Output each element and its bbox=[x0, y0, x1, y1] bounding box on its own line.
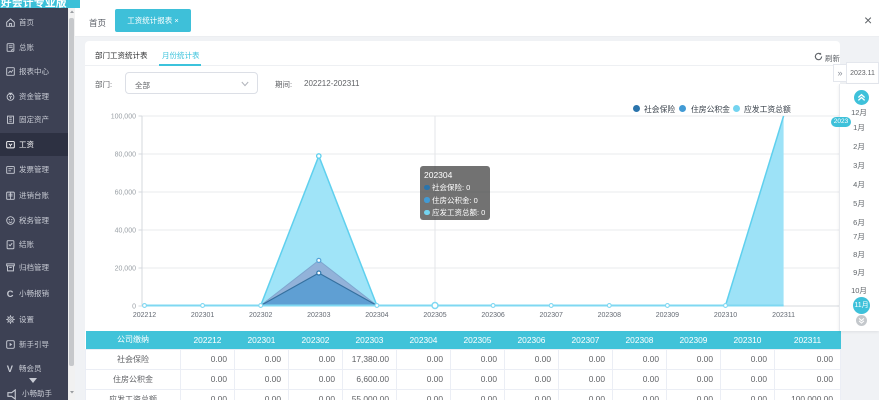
svg-text:60,000: 60,000 bbox=[115, 190, 137, 197]
svg-text:202310: 202310 bbox=[714, 312, 737, 319]
svg-text:202311: 202311 bbox=[772, 312, 795, 319]
svg-text:40,000: 40,000 bbox=[115, 228, 137, 235]
svg-text:202302: 202302 bbox=[249, 312, 272, 319]
svg-text:202304: 202304 bbox=[365, 312, 388, 319]
svg-text:202303: 202303 bbox=[307, 312, 330, 319]
svg-text:V: V bbox=[6, 363, 13, 373]
svg-text:202309: 202309 bbox=[656, 312, 679, 319]
svg-text:202306: 202306 bbox=[481, 312, 504, 319]
svg-text:202308: 202308 bbox=[598, 312, 621, 319]
svg-text:20,000: 20,000 bbox=[115, 266, 137, 273]
svg-text:C: C bbox=[6, 288, 13, 298]
svg-text:202301: 202301 bbox=[191, 312, 214, 319]
svg-text:202212: 202212 bbox=[133, 312, 156, 319]
svg-text:202307: 202307 bbox=[540, 312, 563, 319]
svg-text:0: 0 bbox=[132, 304, 136, 311]
svg-text:100,000: 100,000 bbox=[111, 114, 136, 121]
svg-text:80,000: 80,000 bbox=[115, 152, 137, 159]
svg-text:202305: 202305 bbox=[423, 312, 446, 319]
